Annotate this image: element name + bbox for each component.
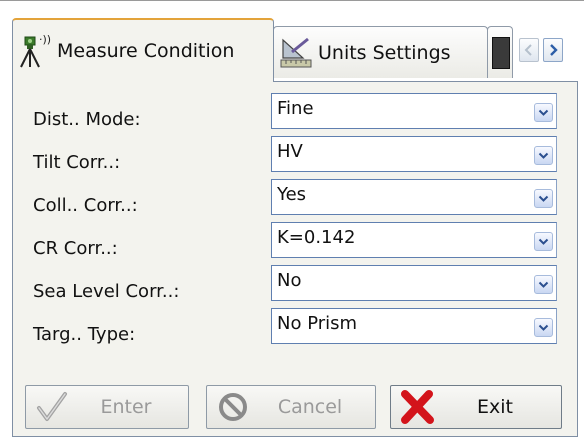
exit-button[interactable]: Exit bbox=[390, 385, 562, 429]
tab-scroll-left-button[interactable] bbox=[519, 38, 539, 62]
setting-row-sea-level-corr: Sea Level Corr..: No bbox=[13, 262, 577, 306]
chevron-down-icon[interactable] bbox=[534, 318, 553, 337]
coll-corr-value: Yes bbox=[277, 184, 307, 205]
tab-units-settings-label: Units Settings bbox=[318, 41, 451, 64]
setting-row-target-type: Targ.. Type: No Prism bbox=[13, 305, 577, 349]
target-type-select[interactable]: No Prism bbox=[271, 308, 557, 344]
dist-mode-value: Fine bbox=[277, 98, 314, 119]
setting-row-cr-corr: CR Corr..: K=0.142 bbox=[13, 219, 577, 263]
tilt-corr-label: Tilt Corr..: bbox=[33, 152, 121, 173]
ruler-triangle-icon bbox=[274, 33, 318, 73]
coll-corr-select[interactable]: Yes bbox=[271, 179, 557, 215]
chevron-left-icon bbox=[524, 41, 534, 60]
chevron-down-icon[interactable] bbox=[534, 103, 553, 122]
sea-level-corr-value: No bbox=[277, 270, 302, 291]
chevron-down-icon[interactable] bbox=[534, 189, 553, 208]
target-type-label: Targ.. Type: bbox=[33, 324, 136, 345]
red-x-icon bbox=[391, 387, 443, 427]
chevron-down-icon[interactable] bbox=[534, 232, 553, 251]
tab-measure-condition-label: Measure Condition bbox=[57, 40, 235, 62]
chevron-right-icon bbox=[548, 41, 558, 60]
chevron-down-icon[interactable] bbox=[534, 275, 553, 294]
cancel-button[interactable]: Cancel bbox=[206, 385, 376, 429]
dist-mode-label: Dist.. Mode: bbox=[33, 109, 141, 130]
no-entry-icon bbox=[207, 387, 259, 427]
survey-instrument-icon: ·)) bbox=[13, 31, 57, 71]
tilt-corr-select[interactable]: HV bbox=[271, 136, 557, 172]
dist-mode-select[interactable]: Fine bbox=[271, 93, 557, 129]
sea-level-corr-select[interactable]: No bbox=[271, 265, 557, 301]
cr-corr-value: K=0.142 bbox=[277, 227, 356, 248]
coll-corr-label: Coll.. Corr..: bbox=[33, 195, 138, 216]
partial-tab-icon bbox=[492, 36, 510, 69]
checkmark-icon bbox=[26, 387, 78, 427]
tab-bar: ·)) Measure Condition Units Settings bbox=[0, 0, 584, 84]
enter-button-label: Enter bbox=[100, 396, 152, 418]
cr-corr-label: CR Corr..: bbox=[33, 238, 118, 259]
setting-row-coll-corr: Coll.. Corr..: Yes bbox=[13, 176, 577, 220]
enter-button[interactable]: Enter bbox=[25, 385, 189, 429]
tab-units-settings[interactable]: Units Settings bbox=[273, 26, 488, 78]
cancel-button-label: Cancel bbox=[277, 396, 343, 418]
tab-measure-condition[interactable]: ·)) Measure Condition bbox=[12, 18, 274, 82]
exit-button-label: Exit bbox=[477, 396, 513, 418]
chevron-down-icon[interactable] bbox=[534, 146, 553, 165]
tab-partial[interactable] bbox=[487, 26, 513, 78]
setting-row-tilt-corr: Tilt Corr..: HV bbox=[13, 133, 577, 177]
sea-level-corr-label: Sea Level Corr..: bbox=[33, 281, 180, 302]
cr-corr-select[interactable]: K=0.142 bbox=[271, 222, 557, 258]
target-type-value: No Prism bbox=[277, 313, 358, 334]
tilt-corr-value: HV bbox=[277, 141, 303, 162]
svg-text:·)): ·)) bbox=[39, 33, 51, 46]
tab-scroll-right-button[interactable] bbox=[543, 38, 563, 62]
measure-condition-panel: Dist.. Mode: Fine Tilt Corr..: HV Coll..… bbox=[12, 81, 578, 437]
setting-row-dist-mode: Dist.. Mode: Fine bbox=[13, 90, 577, 134]
